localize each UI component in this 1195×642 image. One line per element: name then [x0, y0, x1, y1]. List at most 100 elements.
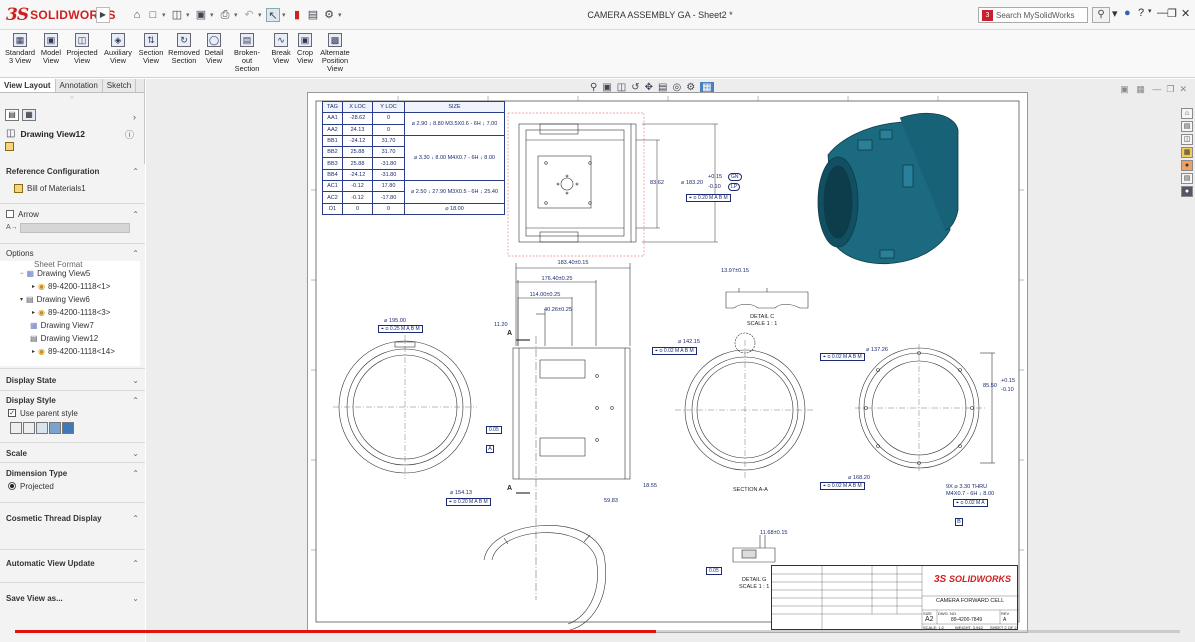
- panel-expand-icon[interactable]: ›: [133, 112, 136, 122]
- flatness-control-frame[interactable]: 0.05: [706, 567, 722, 575]
- expand-icon[interactable]: ▸: [32, 348, 35, 355]
- section-header[interactable]: Save View as... ⌄: [0, 591, 145, 605]
- collapse-chevron-icon[interactable]: ⌃: [132, 167, 139, 176]
- open-dropdown-icon[interactable]: ▾: [186, 11, 192, 19]
- inspection-gn-badge[interactable]: GN: [728, 173, 742, 181]
- tree-item[interactable]: ▸ ◉ 89-4200-1118<14>: [0, 345, 140, 358]
- tree-item[interactable]: ▸ ◉ 89-4200-1118<1>: [0, 280, 140, 293]
- expand-chevron-icon[interactable]: ⌄: [132, 594, 139, 603]
- tab-view-layout[interactable]: View Layout: [0, 79, 56, 92]
- dimension-13-97[interactable]: 13.97±0.15: [721, 268, 749, 274]
- ribbon-alternate-position-view[interactable]: ▩ Alternate Position View: [318, 33, 352, 73]
- view-palette-icon[interactable]: ▦: [1181, 147, 1193, 158]
- section-arrow-label[interactable]: A: [507, 485, 512, 493]
- dimension-diameter-154-13[interactable]: ⌀ 154.13: [450, 490, 472, 496]
- hole-callout-thread[interactable]: M4X0.7 - 6H ↓ 8.00: [946, 491, 994, 497]
- drawing-title[interactable]: CAMERA FORWARD CELL: [936, 598, 1004, 604]
- config-row[interactable]: Bill of Materials1: [0, 182, 145, 194]
- dimension-11-20[interactable]: 11.20: [494, 322, 508, 328]
- dimension-diameter-137-26[interactable]: ⌀ 137.26: [866, 347, 888, 353]
- hidden-lines-visible-icon[interactable]: [23, 422, 35, 434]
- collapse-chevron-icon[interactable]: ⌃: [132, 249, 139, 258]
- feature-control-frame[interactable]: ⌖ ⌀ 0.02 M A B M: [820, 482, 865, 490]
- dimension-diameter-142-15[interactable]: ⌀ 142.15: [678, 339, 700, 345]
- window-tile2-icon[interactable]: ▦: [1136, 84, 1145, 94]
- window-tile-icon[interactable]: ▣: [1120, 84, 1129, 94]
- collapse-chevron-icon[interactable]: ⌃: [132, 514, 139, 523]
- appearances-icon[interactable]: ●: [1181, 160, 1193, 171]
- close-icon[interactable]: ✕: [1181, 7, 1190, 20]
- collapse-chevron-icon[interactable]: ⌃: [132, 210, 139, 219]
- expand-chevron-icon[interactable]: ⌄: [132, 449, 139, 458]
- hole-callout[interactable]: 9X ⌀ 3.30 THRU: [946, 484, 987, 490]
- projected-radio-row[interactable]: Projected: [0, 480, 145, 492]
- home-icon[interactable]: ⌂: [130, 8, 144, 22]
- shaded-icon[interactable]: [62, 422, 74, 434]
- tab-sketch[interactable]: Sketch: [103, 79, 137, 92]
- expand-chevron-icon[interactable]: ⌄: [132, 376, 139, 385]
- use-parent-style-checkbox[interactable]: ✓: [8, 409, 16, 417]
- search-icon[interactable]: ⚲: [1092, 7, 1110, 23]
- file-properties-icon[interactable]: ▤: [306, 8, 320, 22]
- solidworks-forum-icon[interactable]: ●: [1181, 186, 1193, 197]
- design-library-icon[interactable]: ▤: [1181, 121, 1193, 132]
- dimension-40-26[interactable]: 40.26±0.25: [544, 307, 572, 313]
- dimension-183-40[interactable]: 183.40±0.15: [557, 260, 588, 266]
- section-header[interactable]: Dimension Type ⌃: [0, 466, 145, 480]
- options-gear-icon[interactable]: ⚙: [322, 8, 336, 22]
- search-box[interactable]: 3 Search MySolidWorks: [978, 7, 1088, 23]
- feature-manager-icon[interactable]: ▤: [5, 109, 19, 121]
- collapse-chevron-icon[interactable]: ⌃: [132, 396, 139, 405]
- rebuild-icon[interactable]: ▮: [290, 8, 304, 22]
- print-dropdown-icon[interactable]: ▾: [234, 11, 240, 19]
- undo-dropdown-icon[interactable]: ▾: [258, 11, 264, 19]
- ok-check-icon[interactable]: [5, 142, 14, 151]
- flatness-control-frame[interactable]: 0.05: [486, 426, 502, 434]
- file-explorer-icon[interactable]: ◫: [1181, 134, 1193, 145]
- dimension-diameter-195[interactable]: ⌀ 195.00: [384, 318, 406, 324]
- section-header[interactable]: Automatic View Update ⌃: [0, 556, 145, 570]
- inspection-lp-badge[interactable]: LP: [728, 183, 741, 191]
- help-dropdown-icon[interactable]: ▾: [1148, 7, 1152, 15]
- new-document-icon[interactable]: □: [146, 8, 160, 22]
- hidden-lines-removed-icon[interactable]: [36, 422, 48, 434]
- dimension-diameter-183-20[interactable]: ⌀ 183.20: [681, 180, 703, 186]
- view-restore-icon[interactable]: ❐: [1166, 84, 1174, 94]
- section-header[interactable]: Arrow ⌃: [0, 207, 145, 221]
- dimension-176-40[interactable]: 176.40±0.25: [541, 276, 572, 282]
- feature-control-frame[interactable]: ⌖ ⌀ 0.20 M A B M: [686, 194, 731, 202]
- feature-control-frame[interactable]: ⌖ ⌀ 0.02 M A: [953, 499, 988, 507]
- save-dropdown-icon[interactable]: ▾: [210, 11, 216, 19]
- revision[interactable]: A: [1003, 617, 1006, 623]
- shaded-with-edges-icon[interactable]: [49, 422, 61, 434]
- open-folder-icon[interactable]: ◫: [170, 8, 184, 22]
- section-header[interactable]: Options ⌃: [0, 246, 145, 260]
- user-account-icon[interactable]: ●: [1124, 7, 1131, 19]
- ribbon-removed-section[interactable]: ↻ Removed Section: [167, 33, 201, 65]
- select-icon[interactable]: ↖: [266, 8, 280, 22]
- restore-icon[interactable]: ❐: [1167, 7, 1177, 20]
- tree-item[interactable]: ▤ Drawing View12: [0, 332, 140, 345]
- view-minimize-icon[interactable]: —: [1152, 84, 1161, 94]
- menu-expand-arrow-icon[interactable]: ▶: [96, 7, 110, 23]
- expand-icon[interactable]: −: [20, 271, 24, 277]
- section-header[interactable]: Cosmetic Thread Display ⌃: [0, 511, 145, 525]
- property-manager-icon[interactable]: ▦: [22, 109, 36, 121]
- ribbon-crop-view[interactable]: ▣ Crop View: [294, 33, 316, 65]
- print-icon[interactable]: ⎙: [218, 8, 232, 22]
- section-arrow-label[interactable]: A: [507, 330, 512, 338]
- solidworks-resources-icon[interactable]: ⌂: [1181, 108, 1193, 119]
- ribbon-standard-3-view[interactable]: ▦ Standard 3 View: [4, 33, 36, 65]
- section-header[interactable]: Display Style ⌃: [0, 393, 145, 407]
- help-icon[interactable]: ?: [1138, 7, 1144, 19]
- ribbon-model-view[interactable]: ▣ Model View: [38, 33, 64, 65]
- datum-a[interactable]: A: [486, 445, 494, 453]
- wireframe-icon[interactable]: [10, 422, 22, 434]
- section-header[interactable]: Display State ⌄: [0, 373, 145, 387]
- ribbon-auxiliary-view[interactable]: ◈ Auxiliary View: [102, 33, 134, 65]
- sheet-size[interactable]: A2: [925, 616, 934, 623]
- expand-icon[interactable]: ▸: [32, 283, 35, 290]
- save-icon[interactable]: ▣: [194, 8, 208, 22]
- search-dropdown-icon[interactable]: ▾: [1112, 7, 1118, 20]
- hole-table[interactable]: TAG X LOC Y LOC SIZE AA1 -28.62 0 ⌀ 2.90 ↓ …: [322, 100, 505, 215]
